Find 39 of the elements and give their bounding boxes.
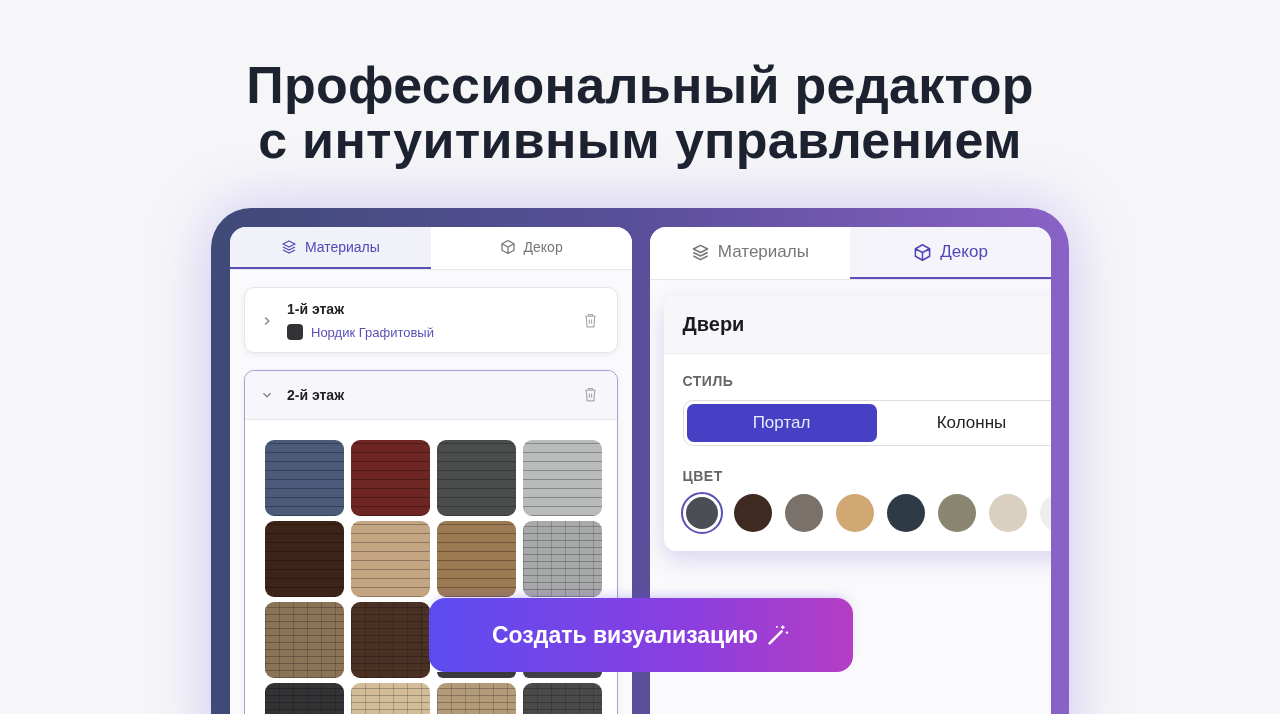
color-swatch[interactable] xyxy=(937,494,976,532)
floor-title: 1-й этаж xyxy=(287,301,346,317)
cube-icon xyxy=(499,239,516,255)
section-label: СТИЛЬ xyxy=(682,373,734,389)
texture-swatch[interactable] xyxy=(523,440,602,516)
texture-swatch[interactable] xyxy=(351,440,430,516)
texture-swatch[interactable] xyxy=(437,521,516,597)
headline: с интуитивным управлением xyxy=(258,113,1022,168)
layers-icon xyxy=(690,242,710,262)
color-swatch[interactable] xyxy=(988,494,1027,532)
texture-swatch[interactable] xyxy=(265,521,344,597)
tab[interactable]: Декор xyxy=(430,227,632,269)
headline: Профессиональный редактор xyxy=(246,58,1034,113)
texture-swatch[interactable] xyxy=(437,672,516,678)
texture-swatch[interactable] xyxy=(351,521,430,597)
texture-swatch[interactable] xyxy=(265,440,344,516)
texture-swatch[interactable] xyxy=(523,672,602,678)
tab[interactable]: Декор xyxy=(850,227,1051,279)
texture-swatch[interactable] xyxy=(437,440,516,516)
cube-icon xyxy=(913,242,933,262)
style-option[interactable]: Колонны xyxy=(876,404,1051,442)
texture-swatch[interactable] xyxy=(265,602,344,678)
section-label: ЦВЕТ xyxy=(682,468,723,484)
texture-swatch[interactable] xyxy=(523,521,602,597)
color-swatch[interactable] xyxy=(835,494,874,532)
tab[interactable]: Материалы xyxy=(230,227,431,269)
tab[interactable]: Материалы xyxy=(649,227,851,279)
color-swatch[interactable] xyxy=(733,494,772,532)
card-title: Двери xyxy=(682,313,745,335)
layers-icon xyxy=(280,239,297,255)
color-swatch[interactable] xyxy=(682,494,721,532)
color-swatch[interactable] xyxy=(886,494,925,532)
material-name: Нордик Графитовый xyxy=(311,324,434,340)
color-swatch[interactable] xyxy=(784,494,823,532)
style-option[interactable]: Портал xyxy=(686,404,877,442)
texture-swatch[interactable] xyxy=(351,602,430,678)
generate-button[interactable]: Создать визуализацию xyxy=(429,598,853,672)
floor-title: 2-й этаж xyxy=(287,386,346,403)
magic-wand-icon xyxy=(766,623,790,647)
